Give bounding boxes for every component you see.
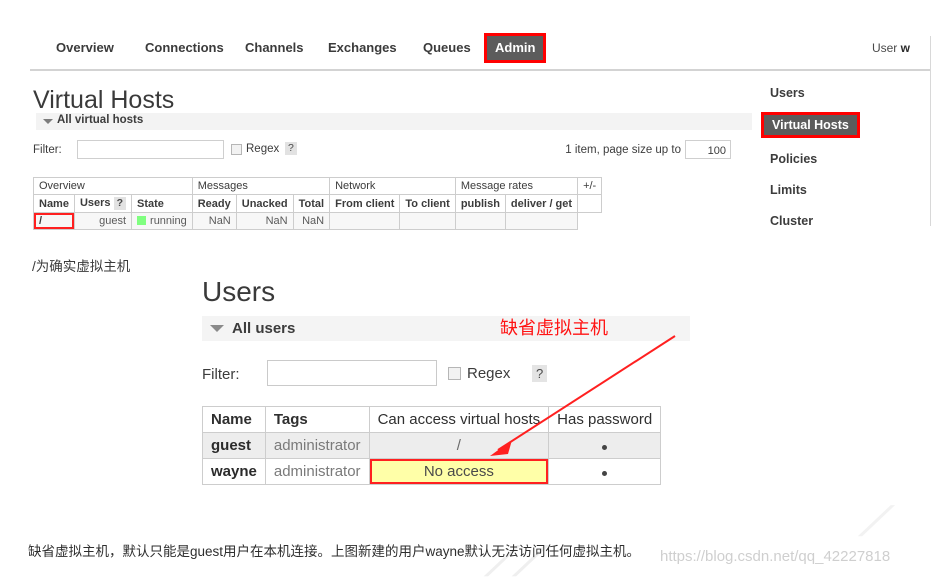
mid-caption-text: /为确实虚拟主机 — [32, 259, 131, 274]
table-group-header-row: Overview Messages Network Message rates … — [33, 177, 603, 195]
annotation-arrow-icon — [490, 335, 676, 456]
group-header-network: Network — [329, 177, 456, 195]
vhosts-section-label: All virtual hosts — [57, 114, 144, 126]
vhost-publish-cell — [454, 212, 506, 230]
column-header-name[interactable]: Name — [33, 194, 75, 213]
column-header-to-client[interactable]: To client — [399, 194, 456, 213]
vhost-state-label: running — [150, 215, 187, 227]
column-header-users-label: Users — [79, 197, 111, 209]
vhost-ready-cell: NaN — [191, 212, 237, 230]
group-header-overview: Overview — [33, 177, 193, 195]
nav-tab-connections[interactable]: Connections — [137, 36, 232, 60]
group-header-message-rates: Message rates — [454, 177, 579, 195]
vhost-state-cell: running — [131, 212, 193, 230]
filter-help-icon[interactable]: ? — [285, 142, 297, 155]
column-header-ready[interactable]: Ready — [191, 194, 237, 213]
user-name: w — [900, 41, 910, 55]
nav-tab-channels[interactable]: Channels — [237, 36, 312, 60]
watermark-logo-decoration-2: ⟋ — [857, 500, 895, 544]
column-header-state[interactable]: State — [131, 194, 193, 213]
page-size-input[interactable] — [685, 140, 731, 159]
password-dot-icon — [602, 471, 608, 476]
users-help-icon[interactable]: ? — [113, 197, 127, 210]
virtual-hosts-table: Overview Messages Network Message rates … — [33, 177, 603, 230]
column-toggle-spacer — [577, 194, 603, 213]
column-header-unacked[interactable]: Unacked — [235, 194, 294, 213]
table-column-header-row: Name Users ? State Ready Unacked Total F… — [33, 194, 603, 213]
user-name-cell[interactable]: guest — [202, 432, 266, 459]
nav-underline — [30, 69, 930, 71]
vhost-total-cell: NaN — [292, 212, 331, 230]
regex-checkbox[interactable] — [231, 144, 242, 155]
vhost-to-client-cell — [399, 212, 456, 230]
row-spacer-cell — [577, 212, 602, 230]
main-navigation: Overview Connections Channels Exchanges … — [0, 36, 942, 72]
column-header-deliver-get[interactable]: deliver / get — [504, 194, 579, 213]
filter-label: Filter: — [33, 144, 62, 156]
chevron-down-icon — [210, 325, 224, 332]
nav-tab-queues[interactable]: Queues — [415, 36, 479, 60]
bottom-caption-text: 缺省虚拟主机，默认只能是guest用户在本机连接。上图新建的用户wayne默认无… — [28, 544, 641, 559]
users-page-title: Users — [202, 276, 276, 307]
users-column-header-tags[interactable]: Tags — [264, 406, 370, 433]
vhosts-filter-row: Filter: Regex ? 1 item, page size up to — [33, 140, 753, 164]
current-user-label: User w — [872, 36, 910, 60]
sidebar-item-users[interactable]: Users — [766, 84, 942, 104]
users-filter-input[interactable] — [267, 360, 437, 386]
user-tags-cell: administrator — [264, 458, 370, 485]
admin-sidebar: Users Virtual Hosts Policies Limits Clus… — [764, 84, 942, 243]
user-tags-cell: administrator — [264, 432, 370, 459]
filter-input[interactable] — [77, 140, 224, 159]
vhost-users-cell: guest — [73, 212, 133, 230]
column-header-from-client[interactable]: From client — [329, 194, 401, 213]
vhost-unacked-cell: NaN — [235, 212, 294, 230]
csdn-watermark: https://blog.csdn.net/qq_42227818 — [660, 548, 891, 565]
column-header-users[interactable]: Users ? — [73, 194, 133, 213]
paging-text: 1 item, page size up to — [565, 144, 681, 156]
sidebar-item-policies[interactable]: Policies — [766, 150, 942, 170]
nav-tab-overview[interactable]: Overview — [48, 36, 122, 60]
table-row[interactable]: / guest running NaN NaN NaN — [33, 212, 602, 230]
regex-label: Regex — [246, 143, 280, 155]
sidebar-item-limits[interactable]: Limits — [766, 181, 942, 201]
vhost-from-client-cell — [329, 212, 401, 230]
sidebar-item-cluster[interactable]: Cluster — [766, 212, 942, 232]
column-header-publish[interactable]: publish — [454, 194, 506, 213]
users-column-header-name[interactable]: Name — [202, 406, 266, 433]
vhost-name-cell[interactable]: / — [33, 212, 75, 230]
chevron-down-icon — [43, 119, 53, 124]
users-filter-label: Filter: — [202, 366, 240, 383]
vhost-deliver-get-cell — [504, 212, 579, 230]
column-toggle-button[interactable]: +/- — [577, 177, 603, 195]
column-header-total[interactable]: Total — [292, 194, 331, 213]
embedded-users-screenshot: Users All users Filter: Regex ? Name Tag… — [170, 276, 730, 516]
nav-tab-admin[interactable]: Admin — [487, 36, 544, 60]
page-title: Virtual Hosts — [33, 86, 175, 114]
users-section-label: All users — [232, 320, 296, 337]
user-name-cell[interactable]: wayne — [202, 458, 266, 485]
vhosts-section-header[interactable]: All virtual hosts — [36, 113, 752, 130]
status-indicator-icon — [137, 216, 147, 225]
nav-tab-exchanges[interactable]: Exchanges — [320, 36, 405, 60]
sidebar-item-virtual-hosts[interactable]: Virtual Hosts — [764, 115, 857, 135]
group-header-messages: Messages — [191, 177, 331, 195]
user-prefix: User — [871, 41, 898, 55]
